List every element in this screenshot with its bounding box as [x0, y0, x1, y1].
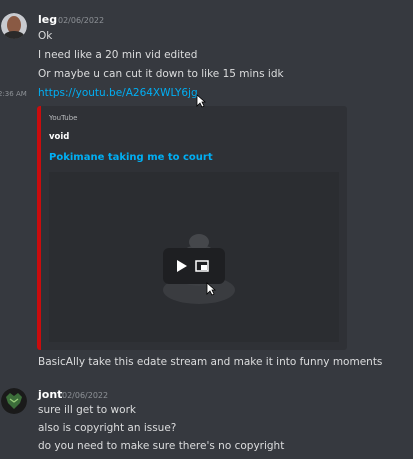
youtube-link[interactable]: https://youtu.be/A264XWLY6jg [38, 87, 198, 99]
hover-timestamp: 2:36 AM [0, 90, 27, 98]
message-text: I need like a 20 min vid edited [38, 49, 198, 61]
mouse-cursor-icon [196, 94, 206, 108]
play-icon[interactable] [163, 248, 225, 284]
message-text: also is copyright an issue? [38, 422, 177, 434]
avatar[interactable] [1, 13, 27, 39]
embed-title[interactable]: Pokimane taking me to court [49, 152, 213, 163]
embed-color-bar [37, 106, 41, 350]
avatar-photo-icon [1, 388, 27, 414]
embed-author[interactable]: void [49, 132, 69, 142]
username[interactable]: leg [38, 13, 57, 26]
youtube-embed: YouTube void Pokimane taking me to court [37, 106, 347, 350]
username[interactable]: jont [38, 388, 62, 401]
avatar-photo-icon [1, 13, 27, 39]
message-text: Ok [38, 30, 53, 42]
picture-in-picture-icon[interactable] [195, 260, 209, 272]
mouse-cursor-icon [206, 282, 216, 296]
message-text: do you need to make sure there's no copy… [38, 440, 285, 452]
embed-provider[interactable]: YouTube [49, 114, 77, 122]
message-text: BasicAlly take this edate stream and mak… [38, 356, 383, 368]
timestamp: 02/06/2022 [58, 16, 105, 25]
avatar[interactable] [1, 388, 27, 414]
message-text: sure ill get to work [38, 404, 136, 416]
timestamp: 02/06/2022 [62, 391, 109, 400]
message-text: Or maybe u can cut it down to like 15 mi… [38, 68, 284, 80]
video-controls [163, 248, 225, 284]
